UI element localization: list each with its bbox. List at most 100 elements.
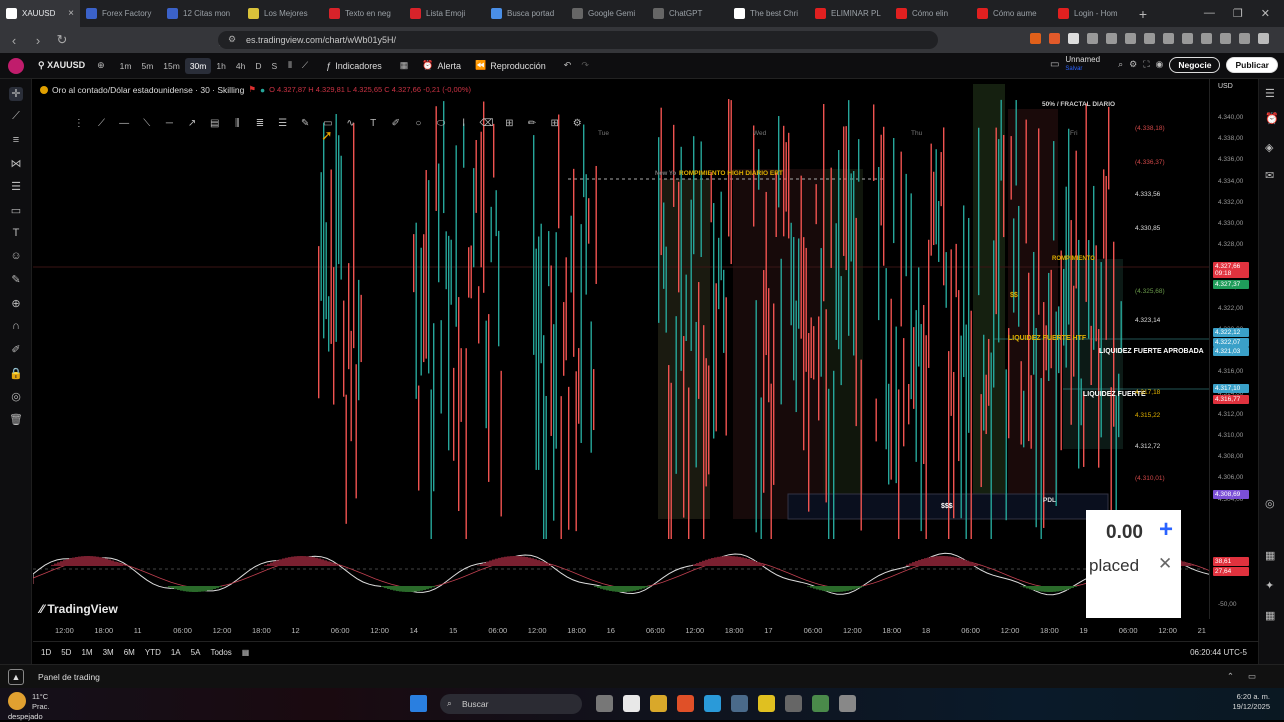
chart-area[interactable] <box>33 79 1209 619</box>
fib-retracement-icon[interactable]: ≣ <box>253 118 267 129</box>
emoji-icon[interactable]: ☺ <box>9 250 23 264</box>
timeframe-button[interactable]: 1m <box>115 58 137 74</box>
eye-icon[interactable]: ◎ <box>9 390 23 404</box>
app-icon[interactable] <box>785 695 802 712</box>
forward-icon[interactable]: › <box>28 33 48 48</box>
close-tab-icon[interactable]: × <box>68 8 74 19</box>
browser-tab[interactable]: Login - Hom <box>1052 0 1133 27</box>
browser-tab[interactable]: XAUUSD× <box>0 0 80 27</box>
ellipse-icon[interactable]: ⬭ <box>434 118 448 129</box>
extension-icon[interactable] <box>1087 33 1098 44</box>
grid-icon[interactable]: ⊞ <box>548 118 562 129</box>
extended-line-icon[interactable]: ─ <box>163 118 177 129</box>
timeframe-button[interactable]: 1h <box>211 58 230 74</box>
magnet-icon[interactable]: ∩ <box>9 320 23 334</box>
compare-icon[interactable]: ⊕ <box>97 60 105 71</box>
redo-icon[interactable]: ↷ <box>581 60 589 71</box>
range-button[interactable]: Todos <box>210 648 231 657</box>
pitchfork-icon[interactable]: ⫼ <box>230 118 244 129</box>
app-icon[interactable] <box>758 695 775 712</box>
flag-icon[interactable]: ⚑ <box>248 84 256 95</box>
pattern-icon[interactable]: ⋈ <box>9 157 23 171</box>
date-range-icon[interactable]: ▦ <box>242 648 250 657</box>
url-field[interactable]: ⚙ es.tradingview.com/chart/wWb01y5H/ <box>218 31 938 49</box>
close-window-icon[interactable]: ✕ <box>1261 7 1270 20</box>
browser-tab[interactable]: The best Chri <box>728 0 809 27</box>
range-button[interactable]: 5A <box>191 648 201 657</box>
chart-clock[interactable]: 06:20:44 UTC-5 <box>1190 648 1247 657</box>
taskbar-search[interactable]: ⌕ Buscar <box>440 694 582 714</box>
trendline-icon[interactable]: ⟋ <box>9 110 23 124</box>
file-explorer-icon[interactable] <box>650 695 667 712</box>
text-icon[interactable]: T <box>366 118 380 129</box>
task-view-icon[interactable] <box>596 695 613 712</box>
maximize-icon[interactable]: ▭ <box>1248 671 1256 682</box>
trash-icon[interactable]: 🗑 <box>9 413 23 427</box>
eraser-icon[interactable]: ⌫ <box>480 118 494 129</box>
circle-icon[interactable]: ○ <box>412 118 426 129</box>
metamask-icon[interactable] <box>1049 33 1060 44</box>
plus-icon[interactable]: + <box>1154 518 1178 542</box>
chevron-up-icon[interactable]: ⌃ <box>1227 671 1234 682</box>
telegram-icon[interactable] <box>704 695 721 712</box>
brave-icon[interactable] <box>1030 33 1041 44</box>
symbol-search[interactable]: ⚲ XAUUSD <box>38 60 85 71</box>
lock-icon[interactable]: 🔒 <box>9 367 23 381</box>
extension-icon[interactable] <box>1163 33 1174 44</box>
time-axis[interactable]: 12:0018:001106:0012:0018:001206:0012:001… <box>33 621 1209 641</box>
weather-widget[interactable]: 11°C Prac. despejado <box>8 692 62 722</box>
stay-drawing-icon[interactable]: ✐ <box>9 343 23 357</box>
browser-tab[interactable]: Cómo elin <box>890 0 971 27</box>
path-icon[interactable]: ∿ <box>344 118 358 129</box>
shape-icon[interactable]: ▭ <box>9 204 23 218</box>
publish-button[interactable]: Publicar <box>1226 57 1278 73</box>
app-icon[interactable] <box>812 695 829 712</box>
timeframe-button[interactable]: S <box>266 58 282 74</box>
timeframe-button[interactable]: D <box>250 58 266 74</box>
app-icon[interactable] <box>623 695 640 712</box>
currency-label[interactable]: USD <box>1218 83 1233 90</box>
panel-label[interactable]: Panel de trading <box>38 672 100 682</box>
alerts-icon[interactable]: ⏰ <box>1265 112 1279 126</box>
search-icon[interactable]: ⌕ <box>1118 59 1123 70</box>
browser-tab[interactable]: Google Gemi <box>566 0 647 27</box>
app-icon[interactable] <box>839 695 856 712</box>
range-button[interactable]: 5D <box>61 648 71 657</box>
hline-icon[interactable]: — <box>117 118 131 129</box>
sidebar-icon[interactable] <box>1201 33 1212 44</box>
ideas-icon[interactable]: ◎ <box>1265 497 1279 511</box>
camera-icon[interactable]: ◉ <box>1156 59 1164 70</box>
range-button[interactable]: 6M <box>124 648 135 657</box>
templates-icon[interactable]: ▦ <box>400 60 409 71</box>
fib-extension-icon[interactable]: ☰ <box>276 118 290 129</box>
fib-icon[interactable]: ≡ <box>9 134 23 148</box>
menu-icon[interactable] <box>1258 33 1269 44</box>
download-icon[interactable] <box>1182 33 1193 44</box>
layout-icon[interactable]: ▭ <box>1050 59 1059 70</box>
price-chart[interactable] <box>33 79 1209 619</box>
browser-tab[interactable]: Los Mejores <box>242 0 323 27</box>
calendar-icon[interactable]: ▦ <box>1265 549 1279 563</box>
reload-icon[interactable]: ↻ <box>52 32 72 48</box>
settings-icon[interactable]: ⚙ <box>570 118 584 129</box>
extension-icon[interactable] <box>1068 33 1079 44</box>
fullscreen-icon[interactable]: ⛶ <box>1143 59 1149 70</box>
line-tool-icon[interactable]: ⟋ <box>302 60 308 71</box>
indicators-button[interactable]: ƒIndicadores <box>326 61 382 71</box>
browser-tab[interactable]: Forex Factory <box>80 0 161 27</box>
timeframe-button[interactable]: 5m <box>136 58 158 74</box>
site-info-icon[interactable]: ⚙ <box>228 34 236 45</box>
replay-button[interactable]: ⏪Reproducción <box>475 60 546 71</box>
brave-icon[interactable] <box>677 695 694 712</box>
measure-icon[interactable]: ⊞ <box>503 118 517 129</box>
forecast-icon[interactable]: ☰ <box>9 180 23 194</box>
text-tool-icon[interactable]: T <box>9 227 23 241</box>
browser-tab[interactable]: Cómo aume <box>971 0 1052 27</box>
range-button[interactable]: 1A <box>171 648 181 657</box>
grip-icon[interactable]: ⋮ <box>72 118 86 129</box>
layers-icon[interactable]: ◈ <box>1265 141 1279 155</box>
trendline-icon[interactable]: ⟋ <box>95 118 109 129</box>
close-icon[interactable]: ✕ <box>1158 554 1172 574</box>
extension-icon[interactable] <box>1125 33 1136 44</box>
vline-icon[interactable]: ǀ <box>457 118 471 129</box>
